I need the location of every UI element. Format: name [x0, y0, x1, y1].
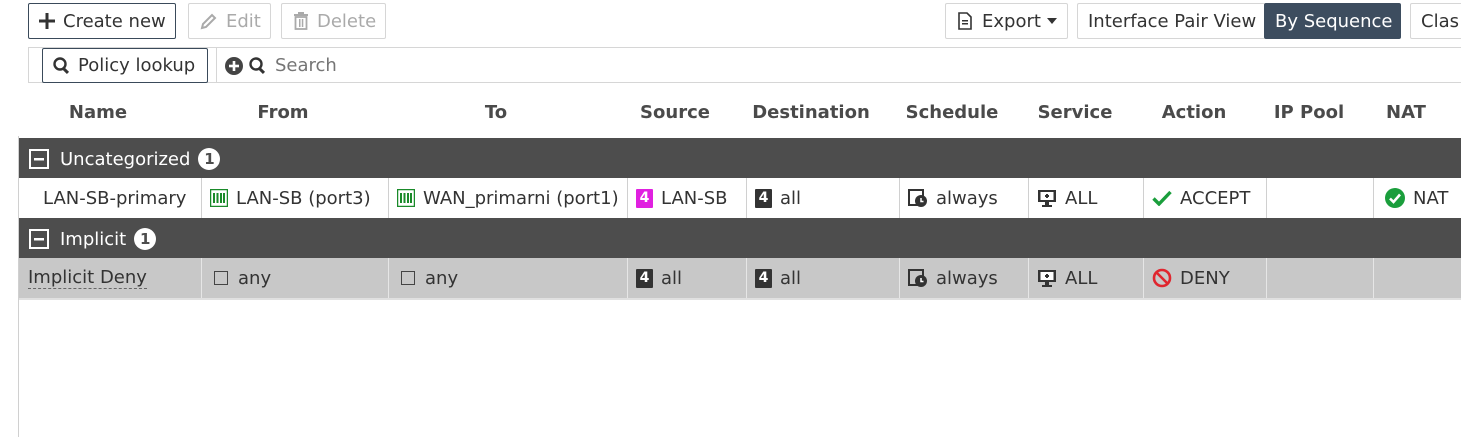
- policy-lookup-label: Policy lookup: [78, 55, 196, 76]
- document-icon: [958, 12, 972, 30]
- edit-label: Edit: [226, 10, 261, 32]
- cell-source: 4 all: [628, 258, 747, 298]
- cell-destination: 4 all: [747, 258, 900, 298]
- action-value: ACCEPT: [1180, 187, 1251, 209]
- column-header-source[interactable]: Source: [628, 102, 722, 128]
- cell-ip-pool: [1267, 178, 1374, 218]
- column-header-action[interactable]: Action: [1144, 102, 1244, 128]
- column-header-ip-pool[interactable]: IP Pool: [1267, 102, 1351, 128]
- interface-port-icon: [210, 189, 228, 207]
- service-value: ALL: [1065, 187, 1098, 209]
- group-header-implicit[interactable]: Implicit 1: [19, 218, 1461, 258]
- cell-action: DENY: [1144, 258, 1267, 298]
- schedule-clock-icon: [908, 269, 928, 287]
- service-monitor-icon: [1037, 189, 1057, 207]
- column-header-from[interactable]: From: [202, 102, 364, 128]
- cell-to: any: [389, 258, 628, 298]
- address-icon: 4: [636, 268, 653, 288]
- cell-from: any: [202, 258, 389, 298]
- address-icon: 4: [755, 188, 772, 208]
- count-badge: 1: [134, 228, 157, 250]
- search-field[interactable]: [216, 48, 1461, 83]
- cell-from: LAN-SB (port3): [202, 178, 389, 218]
- create-new-button[interactable]: Create new: [28, 3, 176, 39]
- address-icon: 4: [755, 268, 772, 288]
- group-label: Uncategorized: [60, 148, 191, 170]
- interface-any-icon: [214, 271, 228, 285]
- cell-service: ALL: [1029, 178, 1144, 218]
- cell-schedule: always: [900, 178, 1029, 218]
- collapse-icon[interactable]: [29, 149, 49, 169]
- cell-name: Implicit Deny: [19, 258, 202, 298]
- interface-port-icon: [397, 189, 415, 207]
- edit-button[interactable]: Edit: [188, 3, 271, 39]
- delete-label: Delete: [317, 10, 377, 32]
- cell-nat: NAT: [1374, 178, 1461, 218]
- cell-schedule: always: [900, 258, 1029, 298]
- delete-button[interactable]: Delete: [281, 3, 386, 39]
- schedule-value: always: [936, 187, 998, 209]
- source-address: LAN-SB: [661, 187, 728, 209]
- cell-source: 4 LAN-SB: [628, 178, 747, 218]
- group-label: Implicit: [60, 228, 127, 250]
- policy-name[interactable]: Implicit Deny: [28, 267, 147, 289]
- policy-lookup-button[interactable]: Policy lookup: [42, 48, 208, 83]
- group-header-uncategorized[interactable]: Uncategorized 1: [19, 138, 1461, 178]
- cell-service: ALL: [1029, 258, 1144, 298]
- interface-any-icon: [401, 271, 415, 285]
- table-row[interactable]: LAN-SB-primary LAN-SB (port3) WAN_primar…: [19, 178, 1461, 219]
- count-badge: 1: [198, 148, 221, 170]
- export-dropdown[interactable]: Export: [945, 3, 1068, 39]
- service-value: ALL: [1065, 267, 1098, 289]
- column-header-name[interactable]: Name: [19, 102, 177, 128]
- check-circle-icon: [1385, 188, 1405, 208]
- table-row[interactable]: Implicit Deny any any 4 all 4 all always…: [19, 258, 1461, 300]
- interface-pair-view-button[interactable]: Interface Pair View: [1077, 3, 1265, 39]
- cell-name: LAN-SB-primary: [19, 178, 202, 218]
- by-sequence-button[interactable]: By Sequence: [1264, 3, 1401, 39]
- by-sequence-label: By Sequence: [1275, 10, 1393, 32]
- address-icon: 4: [636, 188, 653, 208]
- from-interface: any: [238, 267, 272, 289]
- cell-destination: 4 all: [747, 178, 900, 218]
- source-address: all: [661, 267, 683, 289]
- cell-to: WAN_primarni (port1): [389, 178, 628, 218]
- add-filter-icon[interactable]: [225, 56, 243, 75]
- collapse-icon[interactable]: [29, 229, 49, 249]
- search-input[interactable]: [273, 54, 677, 77]
- column-header-to[interactable]: To: [389, 102, 603, 128]
- to-interface: any: [425, 267, 459, 289]
- search-icon: [53, 56, 71, 75]
- schedule-value: always: [936, 267, 998, 289]
- pencil-icon: [200, 12, 218, 30]
- from-interface: LAN-SB (port3): [236, 187, 371, 209]
- create-new-label: Create new: [63, 10, 166, 32]
- interface-pair-view-label: Interface Pair View: [1088, 10, 1257, 32]
- column-header-service[interactable]: Service: [1029, 102, 1121, 128]
- search-icon: [249, 56, 267, 75]
- cell-ip-pool: [1267, 258, 1374, 298]
- policy-name: LAN-SB-primary: [43, 187, 187, 209]
- destination-address: all: [780, 267, 802, 289]
- action-value: DENY: [1180, 267, 1230, 289]
- cell-nat: [1374, 258, 1461, 298]
- checkmark-icon: [1152, 190, 1172, 206]
- cell-action: ACCEPT: [1144, 178, 1267, 218]
- trash-icon: [293, 12, 309, 30]
- classic-view-label: Clas: [1421, 10, 1459, 32]
- service-monitor-icon: [1037, 269, 1057, 287]
- deny-icon: [1152, 268, 1172, 288]
- export-label: Export: [982, 10, 1041, 32]
- column-header-nat[interactable]: NAT: [1374, 102, 1438, 128]
- column-header-destination[interactable]: Destination: [747, 102, 875, 128]
- schedule-clock-icon: [908, 189, 928, 207]
- plus-icon: [39, 13, 55, 29]
- nat-value: NAT: [1413, 187, 1449, 209]
- caret-down-icon: [1046, 18, 1057, 24]
- destination-address: all: [780, 187, 802, 209]
- classic-view-button[interactable]: Clas: [1410, 3, 1461, 39]
- column-header-schedule[interactable]: Schedule: [900, 102, 1004, 128]
- to-interface: WAN_primarni (port1): [423, 187, 619, 209]
